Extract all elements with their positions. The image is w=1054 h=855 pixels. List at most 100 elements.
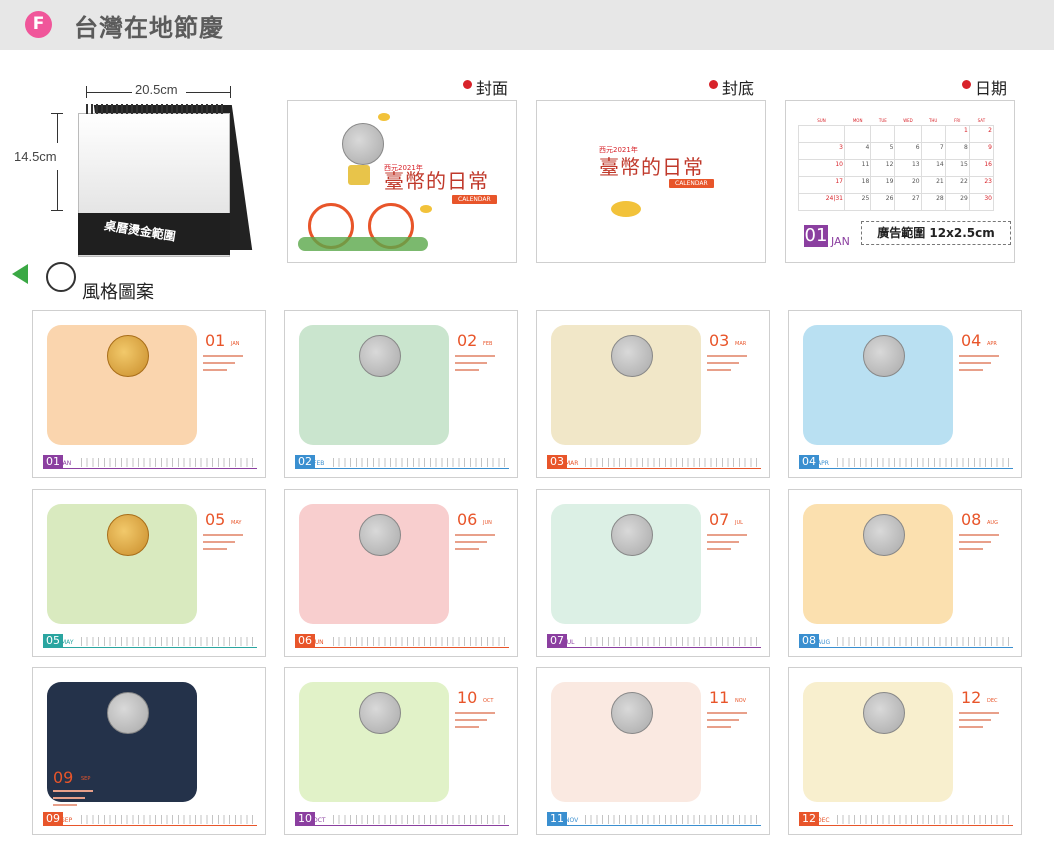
- cover-title: 臺幣的日常: [384, 169, 489, 193]
- month-tile: 04 APR 04 APR: [788, 310, 1022, 478]
- month-number-badge: 05: [43, 634, 63, 647]
- month-heading-number: 12: [961, 688, 982, 707]
- month-tile: 09 SEP 09 SEP: [32, 667, 266, 835]
- month-name: AUG: [817, 639, 831, 646]
- weekday-cell: FRI: [954, 117, 961, 123]
- day-cell: 13: [894, 159, 922, 177]
- month-heading-en: SEP: [81, 776, 91, 782]
- date-strip: [585, 815, 761, 824]
- day-cell: 6: [894, 142, 922, 160]
- back-label: 封底: [722, 79, 755, 98]
- day-cell: 20: [894, 176, 922, 194]
- day-cell: 15: [944, 159, 970, 177]
- month-number-badge: 01: [804, 225, 828, 247]
- month-name: OCT: [313, 817, 326, 824]
- caption-line: [707, 541, 739, 543]
- date-grid: SUN MON TUE WED THU FRI SAT 1 2 3 4 5 6 …: [798, 115, 995, 211]
- day-cell: 3: [798, 142, 845, 160]
- month-name: JUN: [313, 639, 324, 646]
- weekday-cell: SAT: [977, 117, 986, 123]
- caption-line: [959, 369, 983, 371]
- month-name: MAY: [61, 639, 74, 646]
- caption-line: [707, 726, 731, 728]
- back-dot-icon: [709, 80, 718, 89]
- month-tile: 03 MAR 03 MAR: [536, 310, 770, 478]
- face-icon: [46, 262, 76, 292]
- width-line-left: [86, 92, 132, 93]
- day-cell: 4: [843, 142, 872, 160]
- caption-line: [959, 719, 991, 721]
- cover-sample: 西元2021年 臺幣的日常 CALENDAR: [287, 100, 517, 263]
- month-name: JAN: [831, 235, 850, 248]
- month-number-badge: 01: [43, 455, 63, 468]
- caption-line: [455, 712, 495, 714]
- day-cell: 25: [843, 193, 872, 211]
- month-heading-en: JUN: [483, 520, 492, 526]
- height-dimension: 14.5cm: [14, 149, 57, 164]
- day-cell: 8: [944, 142, 970, 160]
- date-strip: [837, 637, 1013, 646]
- month-tile: 11 NOV 11 NOV: [536, 667, 770, 835]
- caption-line: [203, 369, 227, 371]
- section-badge: F: [25, 11, 52, 38]
- weekday-cell: WED: [903, 117, 913, 123]
- grass: [298, 237, 428, 251]
- caption-line: [455, 719, 487, 721]
- month-heading-en: APR: [987, 341, 997, 347]
- coin-icon: [863, 692, 905, 734]
- day-cell: 30: [968, 193, 995, 211]
- caption-line: [455, 369, 479, 371]
- day-cell: 10: [798, 159, 845, 177]
- month-name: SEP: [61, 817, 73, 824]
- bird-icon: [378, 113, 390, 121]
- caption-line: [455, 726, 479, 728]
- month-name: DEC: [817, 817, 830, 824]
- back-title: 臺幣的日常: [599, 155, 704, 179]
- date-sample: SUN MON TUE WED THU FRI SAT 1 2 3 4 5 6 …: [785, 100, 1015, 263]
- day-cell: 21: [920, 176, 946, 194]
- height-line-top: [57, 113, 58, 143]
- month-name: NOV: [565, 817, 579, 824]
- back-sample: 西元2021年 臺幣的日常 CALENDAR: [536, 100, 766, 263]
- caption-line: [959, 355, 999, 357]
- rider-figure: [348, 165, 370, 185]
- month-heading-number: 01: [205, 331, 226, 350]
- day-cell: 7: [920, 142, 946, 160]
- weekday-cell: TUE: [878, 117, 887, 123]
- month-rule: [295, 825, 509, 826]
- day-cell: 5: [870, 142, 896, 160]
- caption-line: [707, 719, 739, 721]
- caption-line: [707, 548, 731, 550]
- month-tile: 10 OCT 10 OCT: [284, 667, 518, 835]
- day-cell: 14: [920, 159, 946, 177]
- back-tag: CALENDAR: [669, 179, 714, 188]
- caption-line: [203, 548, 227, 550]
- month-name: FEB: [313, 460, 325, 467]
- date-strip: [585, 458, 761, 467]
- month-heading-en: DEC: [987, 698, 998, 704]
- date-strip: [81, 637, 257, 646]
- coin-icon: [107, 335, 149, 377]
- coin-icon: [611, 335, 653, 377]
- coin-icon: [359, 692, 401, 734]
- week-row: 17 18 19 20 21 22 23: [798, 176, 995, 194]
- month-heading-en: MAR: [735, 341, 747, 347]
- date-strip: [81, 458, 257, 467]
- weekday-row: SUN MON TUE WED THU FRI SAT: [799, 115, 994, 126]
- caption-line: [959, 541, 991, 543]
- month-heading-en: NOV: [735, 698, 747, 704]
- day-cell: 24|31: [798, 193, 845, 211]
- bird-icon: [420, 205, 432, 213]
- page-title: 台灣在地節慶: [74, 14, 224, 42]
- coin-icon: [342, 123, 384, 165]
- day-cell: [843, 125, 872, 143]
- month-number-badge: 02: [295, 455, 315, 468]
- day-cell: [920, 125, 946, 143]
- month-tile: 07 JUL 07 JUL: [536, 489, 770, 657]
- month-heading-en: FEB: [483, 341, 493, 347]
- month-number-badge: 04: [799, 455, 819, 468]
- month-rule: [295, 647, 509, 648]
- date-strip: [837, 458, 1013, 467]
- month-rule: [799, 647, 1013, 648]
- month-heading-en: OCT: [483, 698, 494, 704]
